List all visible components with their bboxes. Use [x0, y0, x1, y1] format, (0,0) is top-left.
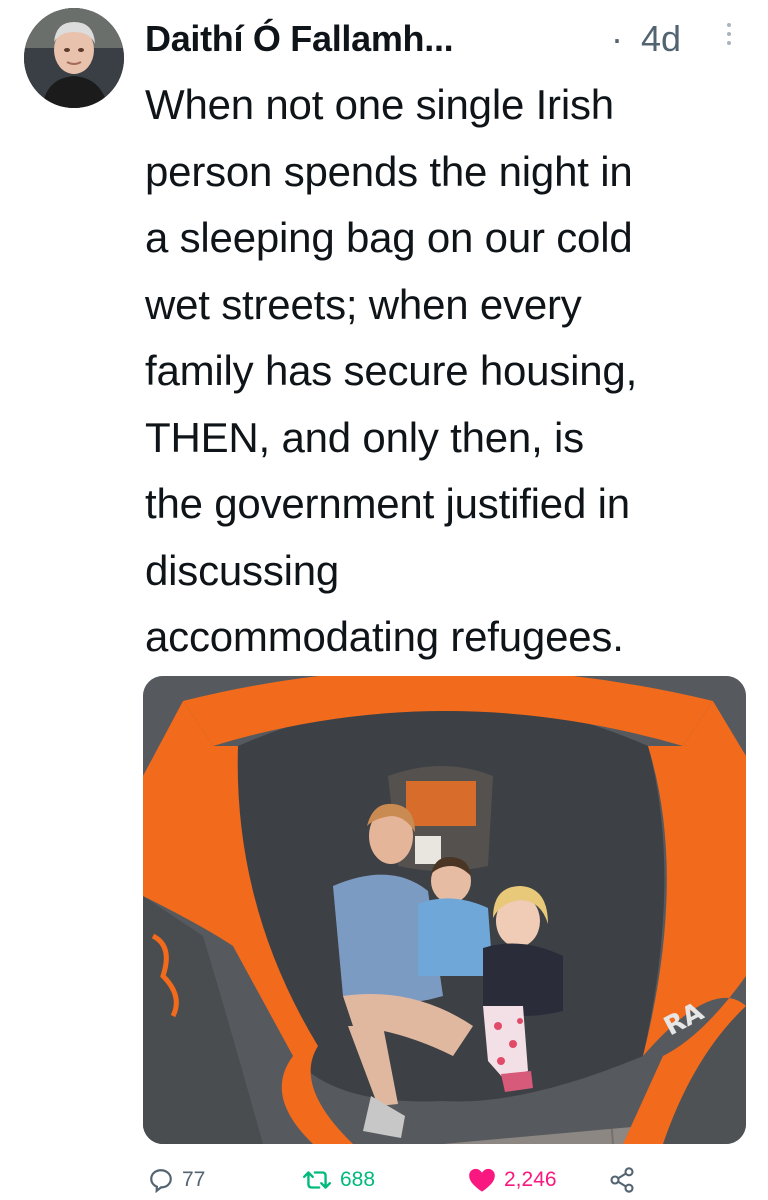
more-icon[interactable] [723, 18, 735, 54]
reply-icon [148, 1167, 174, 1193]
tweet-text-line: discussing [145, 546, 340, 594]
retweet-count: 688 [340, 1168, 376, 1191]
heart-icon [468, 1167, 496, 1193]
tweet-text-line: person spends the night in [145, 147, 633, 195]
reply-button[interactable]: 77 [148, 1160, 205, 1200]
tweet-text-line: family has secure housing, [145, 347, 638, 394]
share-icon [608, 1166, 636, 1194]
reply-count: 77 [182, 1168, 206, 1191]
like-button[interactable]: 2,246 [468, 1160, 557, 1200]
tweet-text-line: When not one single Irish [145, 81, 614, 128]
author-name[interactable]: Daithí Ó Fallamh... [145, 18, 454, 60]
share-button[interactable] [608, 1160, 636, 1200]
timestamp[interactable]: 4d [641, 18, 681, 60]
tweet-header: Daithí Ó Fallamh... · 4d [145, 8, 748, 68]
separator-dot: · [611, 18, 623, 59]
retweet-icon [302, 1167, 332, 1193]
action-bar: 77 688 2,246 [0, 1160, 768, 1200]
tweet-text-line: the government justified in [145, 480, 630, 527]
avatar[interactable] [24, 8, 124, 108]
avatar-photo [24, 8, 124, 108]
tweet-text-line: wet streets; when every [145, 280, 582, 328]
retweet-button[interactable]: 688 [302, 1160, 375, 1200]
tweet-text-line: a sleeping bag on our cold [145, 214, 633, 261]
tweet-text-line: accommodating refugees. [145, 613, 624, 660]
tweet-text-line: THEN, and only then, is [145, 413, 584, 461]
tweet-text: When not one single Irish person spends … [145, 72, 755, 671]
tweet-photo[interactable]: RA [143, 676, 746, 1144]
tent-family-image: RA [143, 676, 746, 1144]
like-count: 2,246 [504, 1168, 557, 1191]
